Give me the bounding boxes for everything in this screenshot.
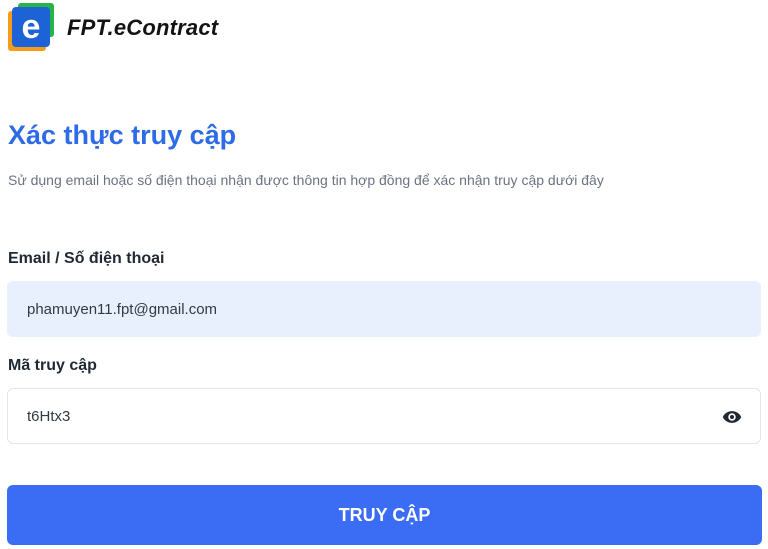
email-field[interactable]: phamuyen11.fpt@gmail.com — [7, 281, 761, 337]
header: e FPT.eContract — [8, 2, 218, 54]
access-code-value: t6Htx3 — [27, 407, 71, 425]
eye-icon[interactable] — [722, 407, 742, 427]
access-code-field[interactable]: t6Htx3 — [7, 388, 761, 444]
brand-name: FPT.eContract — [67, 15, 219, 40]
email-label: Email / Số điện thoại — [8, 250, 165, 267]
email-value: phamuyen11.fpt@gmail.com — [27, 300, 218, 318]
page-subtitle: Sử dụng email hoặc số điện thoại nhận đư… — [8, 172, 604, 188]
access-code-label: Mã truy cập — [8, 357, 97, 374]
fpt-e-logo-icon: e — [8, 3, 58, 53]
svg-text:e: e — [22, 8, 41, 46]
submit-button[interactable]: TRUY CẬP — [7, 485, 762, 545]
page-title: Xác thực truy cập — [8, 120, 237, 150]
